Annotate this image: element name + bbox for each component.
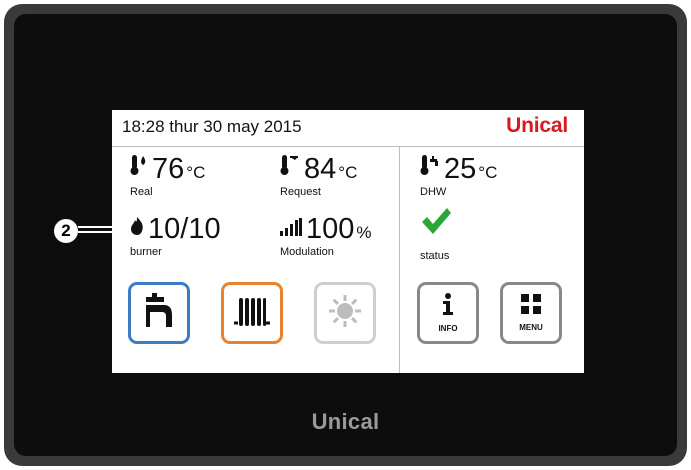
datetime: 18:28 thur 30 may 2015 xyxy=(122,117,302,136)
dhw-mode-button[interactable] xyxy=(128,282,190,344)
request-temp-label: Request xyxy=(280,186,321,198)
signal-bars-icon xyxy=(280,218,302,241)
brand-logo: Unical xyxy=(506,114,568,137)
radiator-icon xyxy=(232,293,272,334)
status-label: status xyxy=(420,250,450,262)
burner-metric: 10/10 burner xyxy=(130,214,221,258)
request-temp-unit: °C xyxy=(338,163,358,182)
sun-icon xyxy=(328,294,362,333)
top-bar: 18:28 thur 30 may 2015 Unical xyxy=(112,110,584,147)
menu-button-caption: MENU xyxy=(519,323,543,332)
real-temp-label: Real xyxy=(130,186,153,198)
request-temp-metric: 84 °C Request xyxy=(280,154,357,198)
burner-label: burner xyxy=(130,246,162,258)
display-screen: 18:28 thur 30 may 2015 Unical 76 °C Real xyxy=(112,110,584,373)
info-button[interactable]: INFO xyxy=(417,282,479,344)
thermometer-flame-icon xyxy=(130,154,148,181)
info-icon xyxy=(441,293,455,320)
burner-value: 10/10 xyxy=(148,213,221,245)
modulation-label: Modulation xyxy=(280,246,334,258)
dhw-temp-unit: °C xyxy=(478,163,498,182)
real-temp-metric: 76 °C Real xyxy=(130,154,205,198)
real-temp-value: 76 xyxy=(152,153,185,185)
dhw-temp-value: 25 xyxy=(444,153,477,185)
menu-button[interactable]: MENU xyxy=(500,282,562,344)
modulation-unit: % xyxy=(356,223,372,242)
modulation-value: 100 xyxy=(306,213,355,245)
vertical-divider xyxy=(399,147,400,373)
modulation-metric: 100 % Modulation xyxy=(280,214,372,258)
thermometer-tap-icon xyxy=(420,154,440,181)
callout-line xyxy=(78,226,112,233)
flame-icon xyxy=(130,216,144,241)
grid-icon xyxy=(521,294,541,319)
summer-mode-button[interactable] xyxy=(314,282,376,344)
dhw-temp-label: DHW xyxy=(420,186,447,198)
thermometer-request-icon xyxy=(280,154,300,181)
tap-icon xyxy=(142,292,176,334)
heating-mode-button[interactable] xyxy=(221,282,283,344)
info-button-caption: INFO xyxy=(438,324,458,333)
device-brand-label: Unical xyxy=(311,409,380,434)
callout-number: 2 xyxy=(54,219,78,243)
request-temp-value: 84 xyxy=(304,153,337,185)
dhw-temp-metric: 25 °C DHW xyxy=(420,154,497,198)
checkmark-icon xyxy=(420,206,452,241)
real-temp-unit: °C xyxy=(186,163,206,182)
